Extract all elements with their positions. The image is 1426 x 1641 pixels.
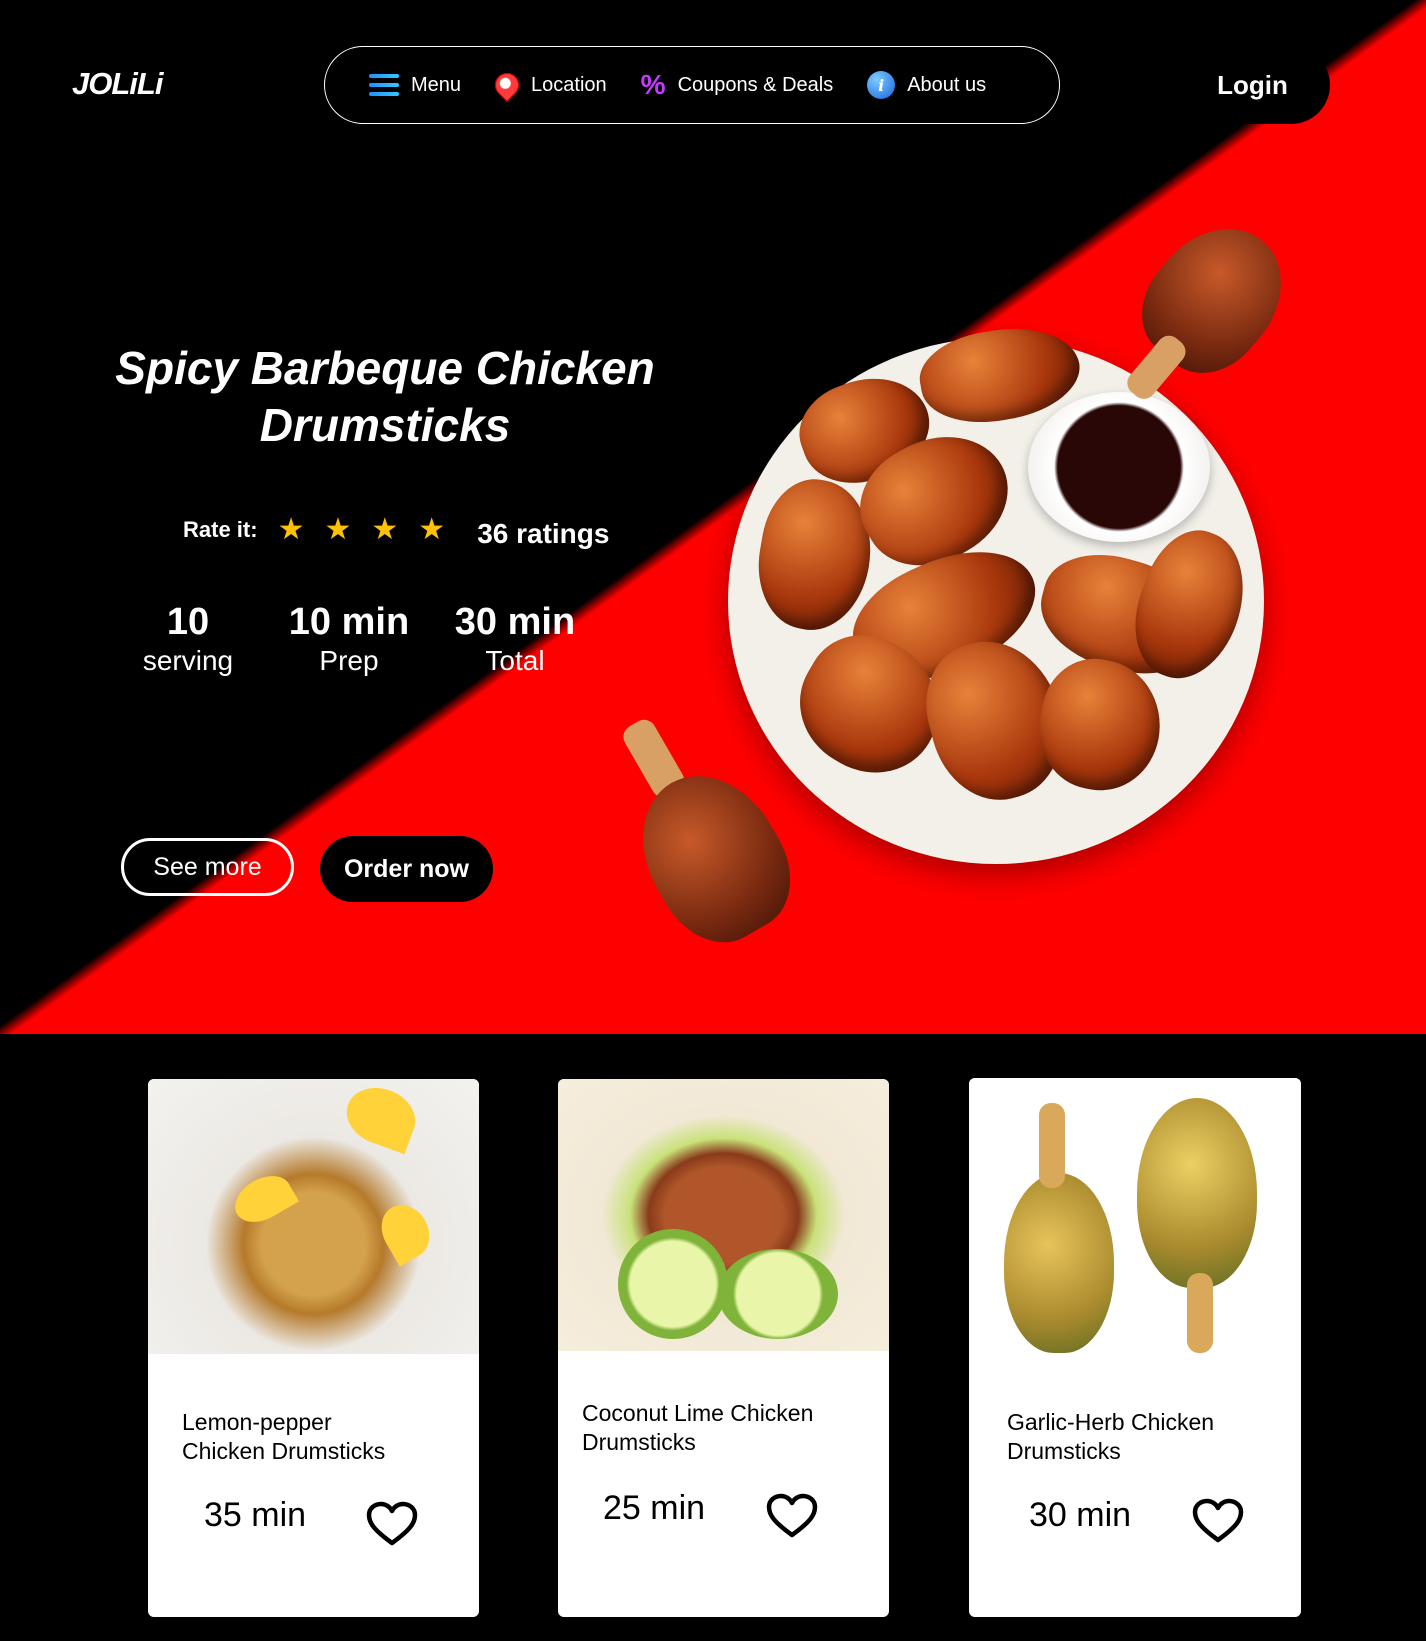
recipe-card[interactable]: Garlic-Herb Chicken Drumsticks 30 min [969,1078,1301,1617]
recipe-image [969,1078,1301,1368]
ratings-count: 36 ratings [477,518,610,549]
nav-item-label: Menu [411,73,462,96]
brand-logo[interactable]: JOLiLi [72,66,163,102]
recipe-card[interactable]: Coconut Lime Chicken Drumsticks 25 min [558,1079,889,1617]
stat-total: 30 min Total [440,600,590,678]
stat-value: 10 min [288,601,410,643]
star-icon[interactable]: ★ [371,515,398,545]
rate-label: Rate it: [183,517,258,542]
percent-icon: % [640,69,666,100]
info-icon: i [867,71,896,99]
rating-row: Rate it: ★ ★ ★ ★ 36 ratings [183,510,609,550]
heart-icon[interactable] [366,1501,418,1547]
menu-icon [369,74,399,96]
star-icon[interactable]: ★ [418,515,445,545]
recipe-name: Lemon-pepper Chicken Drumsticks [182,1409,386,1464]
star-icon[interactable]: ★ [278,515,305,545]
order-now-button[interactable]: Order now [320,836,493,902]
nav-item-menu[interactable]: Menu [369,74,461,97]
main-nav: Menu Location % Coupons & Deals i About … [324,46,1060,124]
recipe-image [558,1079,889,1351]
recipe-image [148,1079,479,1354]
nav-item-label: About us [907,73,987,96]
title-line-1: Spicy Barbeque Chicken [115,342,655,394]
stat-label: serving [142,645,234,676]
hero-section: JOLiLi Menu Location % Coupons & Deals i… [0,0,1426,1034]
star-icon[interactable]: ★ [324,515,351,545]
nav-item-label: Coupons & Deals [677,73,834,96]
page-title: Spicy Barbeque Chicken Drumsticks [70,340,700,454]
nav-item-coupons[interactable]: % Coupons & Deals [641,71,834,99]
recipe-name: Garlic-Herb Chicken Drumsticks [1007,1409,1215,1464]
heart-icon[interactable] [766,1493,818,1539]
nav-item-location[interactable]: Location [490,68,607,102]
recipe-card[interactable]: Lemon-pepper Chicken Drumsticks 35 min [148,1079,479,1617]
title-line-2: Drumsticks [259,399,511,451]
recipes-section: Lemon-pepper Chicken Drumsticks 35 min Co… [0,1034,1426,1641]
nav-item-about[interactable]: i About us [867,71,986,99]
stat-label: Total [485,645,545,676]
stat-prep: 10 min Prep [276,600,422,678]
recipe-time: 35 min [204,1496,307,1534]
stat-serving: 10 serving [138,600,238,678]
recipe-time: 30 min [1029,1496,1132,1534]
stat-value: 10 [166,601,210,643]
heart-icon[interactable] [1192,1498,1244,1544]
see-more-button[interactable]: See more [121,838,294,896]
stat-value: 30 min [454,601,576,643]
recipe-name: Coconut Lime Chicken Drumsticks [582,1400,814,1455]
stat-label: Prep [319,645,379,676]
recipe-time: 25 min [603,1489,706,1527]
login-button[interactable]: Login [1175,46,1330,124]
nav-item-label: Location [531,73,607,96]
location-pin-icon [490,68,525,102]
